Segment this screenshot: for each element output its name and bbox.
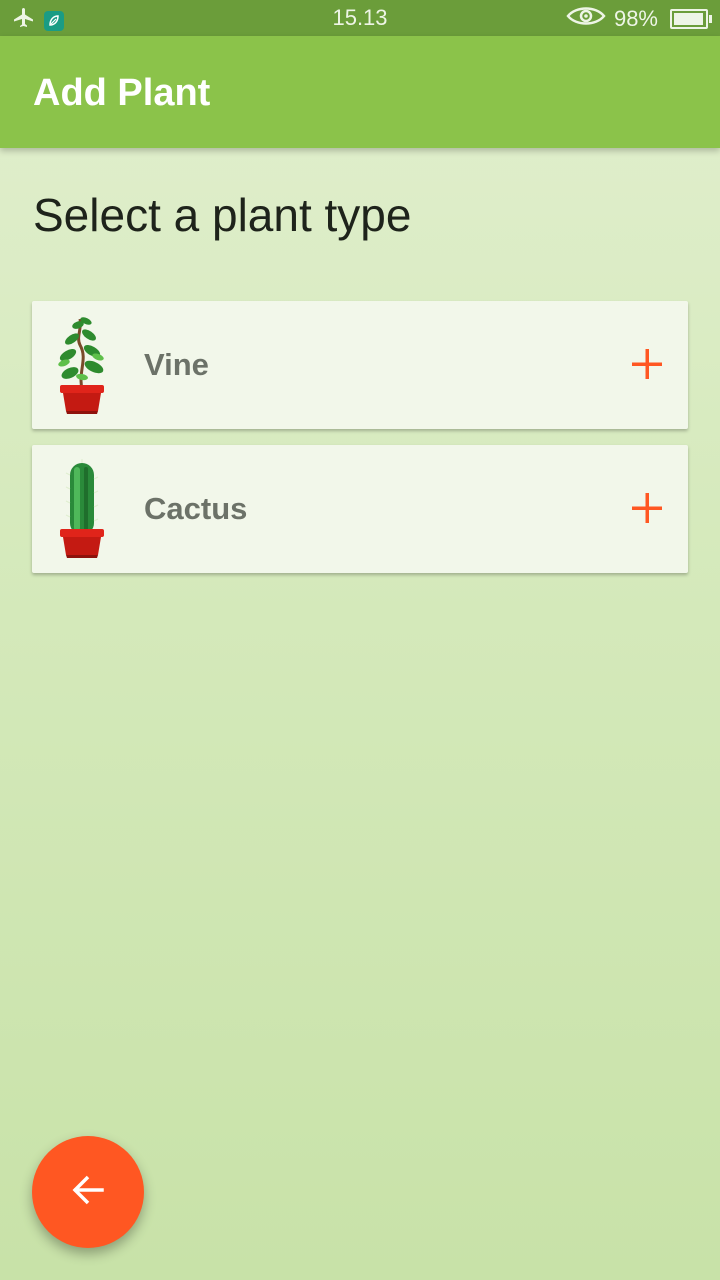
plant-type-card-cactus[interactable]: Cactus xyxy=(32,445,688,573)
add-icon[interactable] xyxy=(630,347,664,381)
plant-type-label: Vine xyxy=(144,347,209,382)
battery-level-fill xyxy=(674,13,704,25)
back-arrow-icon xyxy=(68,1170,108,1215)
back-button[interactable] xyxy=(32,1136,144,1248)
vine-plant-icon xyxy=(42,311,122,419)
section-heading: Select a plant type xyxy=(33,189,412,241)
battery-percent: 98% xyxy=(613,6,658,31)
page-title: Add Plant xyxy=(33,72,211,114)
eye-icon xyxy=(566,5,606,33)
plant-type-label: Cactus xyxy=(144,491,248,526)
plant-type-card-vine[interactable]: Vine xyxy=(32,301,688,429)
status-right-icons: 98% xyxy=(566,5,712,33)
battery-icon xyxy=(670,9,712,29)
add-icon[interactable] xyxy=(630,491,664,525)
app-bar: Add Plant xyxy=(0,36,720,148)
cactus-plant-icon xyxy=(42,455,122,563)
status-bar: 15.13 98% xyxy=(0,0,720,36)
